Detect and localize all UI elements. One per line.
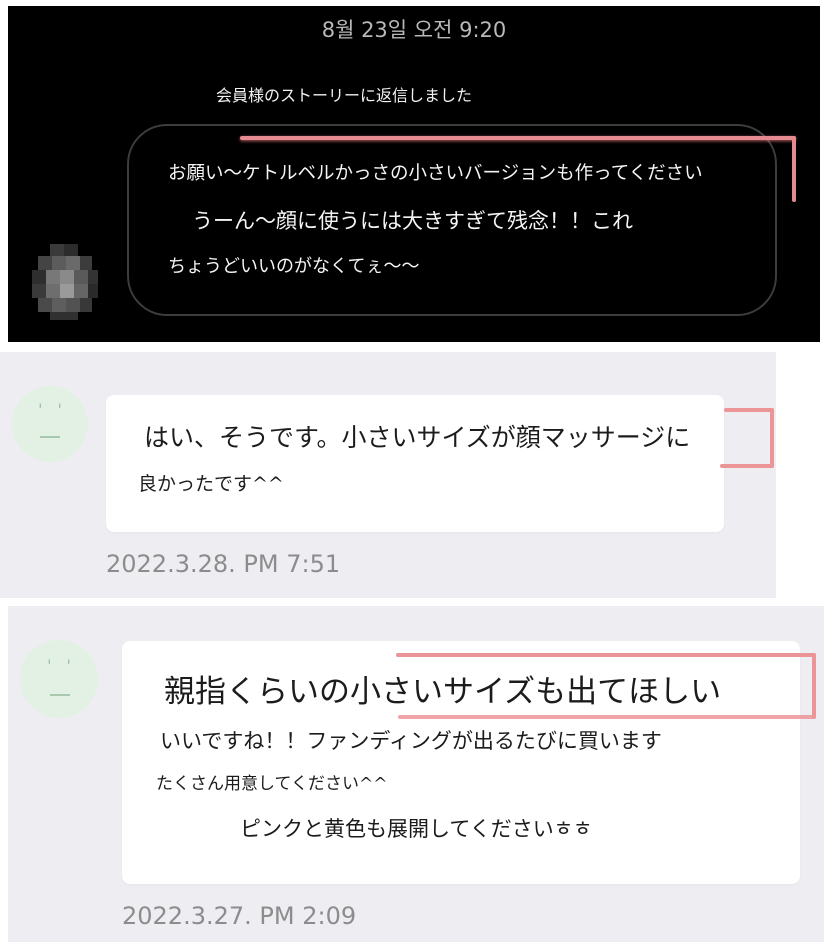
review-line: ピンクと黄色も展開してくださいㅎㅎ [240,817,593,841]
blurred-avatar-icon[interactable] [26,244,102,320]
message-line: お願い〜ケトルベルかっさの小さいバージョンも作ってください [168,163,703,184]
review-card[interactable] [106,395,724,532]
review-line: 良かったです^^ [138,473,284,495]
default-face-avatar-icon: ' ' [20,640,98,718]
message-line: うーん〜顔に使うには大きすぎて残念！！これ [192,209,633,233]
message-line: ちょうどいいのがなくてぇ〜〜 [168,256,420,277]
highlight-mark [720,464,774,468]
highlight-mark [396,653,816,657]
highlight-mark [770,408,774,468]
highlight-mark [240,136,796,140]
story-reply-note: 会員様のストーリーに返信しました [216,86,473,105]
default-face-avatar-icon: ' ' [12,386,88,462]
message-date: 8월 23일 오전 9:20 [321,18,507,42]
highlight-mark [398,715,816,719]
review-line: 親指くらいの小さいサイズも出てほしい [164,674,722,710]
review-line: たくさん用意してください^^ [156,774,388,794]
review-line: いいですね！！ファンディングが出るたびに買います [160,729,662,753]
highlight-mark [792,136,796,202]
review-timestamp: 2022.3.27. PM 2:09 [122,902,357,930]
blurred-avatar-icon [32,244,98,320]
highlight-mark [812,653,816,719]
review-timestamp: 2022.3.28. PM 7:51 [106,550,341,578]
highlight-mark [724,408,774,412]
review-line: はい、そうです。小さいサイズが顔マッサージに [144,423,691,452]
